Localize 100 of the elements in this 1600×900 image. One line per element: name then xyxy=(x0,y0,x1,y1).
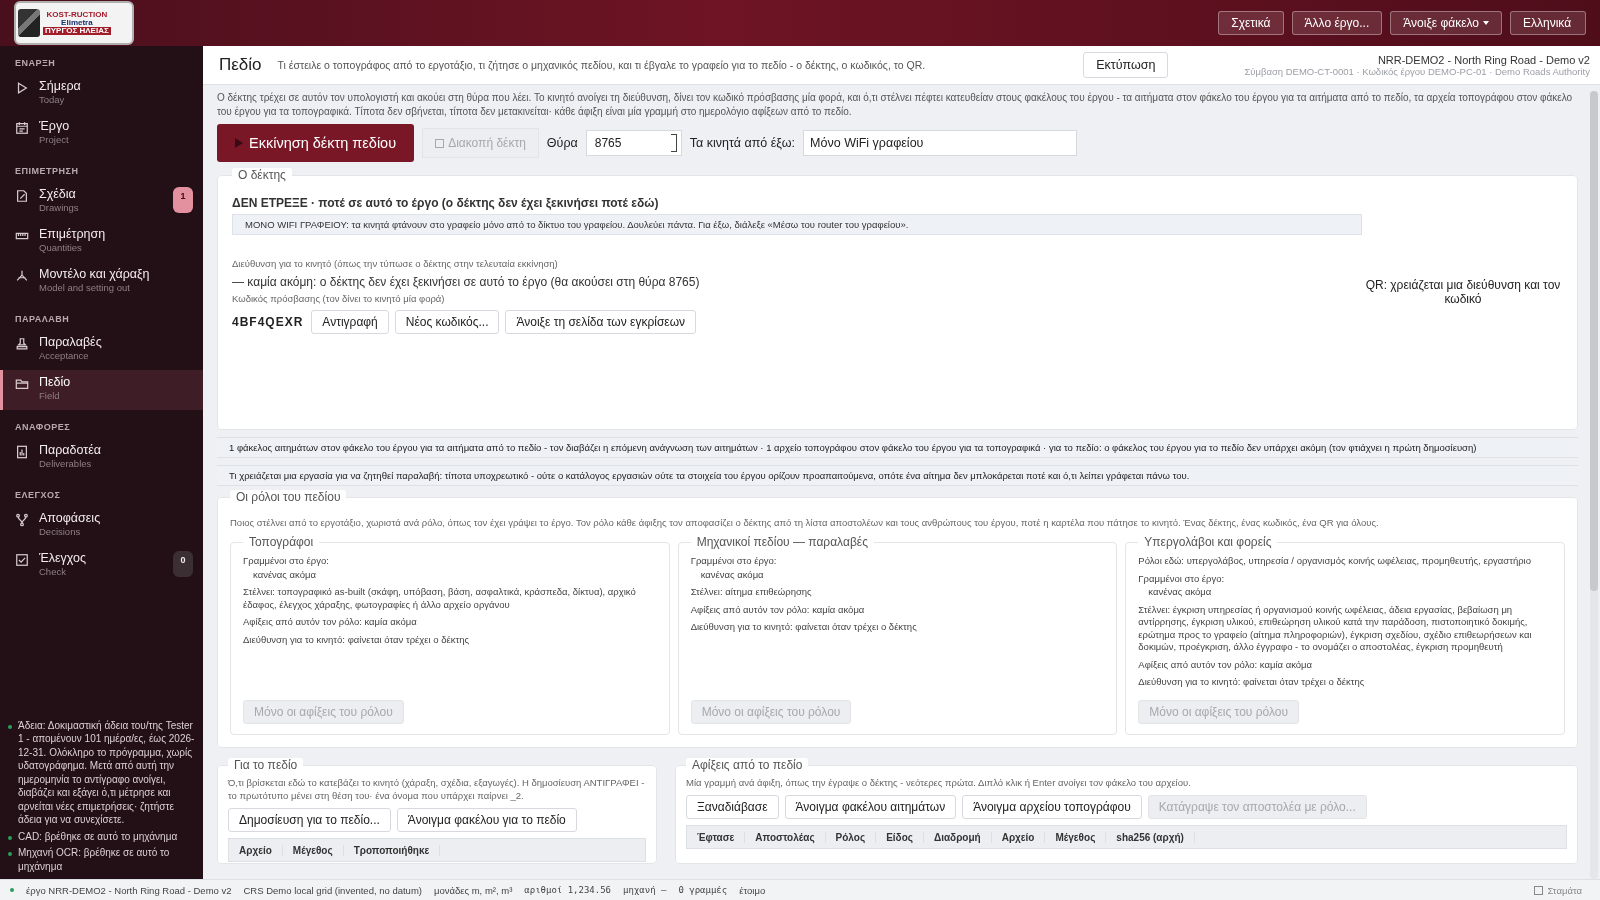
count-badge: 0 xyxy=(173,551,193,577)
remote-label: Τα κινητά από έξω: xyxy=(689,136,796,150)
section-legend: Οι ρόλοι του πεδίου xyxy=(230,490,347,504)
report-icon xyxy=(15,445,29,459)
header-button[interactable]: Σχετικά xyxy=(1218,11,1284,35)
status-item: μονάδες m, m², m³ xyxy=(433,884,513,896)
sidebar-item-sublabel: Model and setting out xyxy=(39,282,131,293)
play-icon xyxy=(15,81,29,95)
role-line: Στέλνει: αίτημα επιθεώρησης xyxy=(690,586,813,599)
logo-text: Elimetra xyxy=(61,19,93,27)
sidebar-item-label: Πεδίο xyxy=(39,375,72,389)
column-header[interactable]: Τροποποιήθηκε xyxy=(343,844,441,856)
column-header[interactable]: Ρόλος xyxy=(825,831,877,843)
status-item: έργο NRR-DEMO2 - North Ring Road - Demo v2 xyxy=(26,884,232,896)
code-button[interactable]: Νέος κωδικός... xyxy=(394,310,500,334)
sidebar-item[interactable]: Παραλαβές Acceptance xyxy=(0,330,203,370)
sidebar-item[interactable]: Σήμερα Today xyxy=(0,74,203,114)
port-field[interactable]: 8765 xyxy=(585,130,682,156)
role-line: κανένας ακόμα xyxy=(699,568,765,581)
column-header[interactable]: Έφτασε xyxy=(687,831,746,843)
section-legend: Αφίξεις από το πεδίο xyxy=(686,758,809,772)
sidebar-item-label: Έργο xyxy=(39,119,71,133)
action-button[interactable]: Ξαναδιάβασε xyxy=(686,795,779,819)
column-header[interactable]: Αρχείο xyxy=(991,831,1046,843)
role-line: Στέλνει: τοπογραφικό as-built (σκάφη, υπόβαση, βάση, ασφαλτικά, κράσπεδα, δίκτυα), αρχικό έδαφος, έλεγχος χάραξης, φωτογραφίες ή άλλο αρχείο οργάνου xyxy=(243,586,637,611)
sidebar-note: Μηχανή OCR: βρέθηκε σε αυτό το μηχάνημα xyxy=(18,846,171,873)
column-header[interactable]: Διαδρομή xyxy=(923,831,992,843)
role-line: Ρόλοι εδώ: υπεργολάβος, υπηρεσία / οργανισμός κοινής ωφέλειας, προμηθευτής, εργαστήριο xyxy=(1138,555,1532,568)
action-button[interactable]: Άνοιγμα φακέλου για το πεδίο xyxy=(396,808,577,832)
sidebar-section-title: ΠΑΡΑΛΑΒΗ xyxy=(14,313,71,326)
status-item: 0 γραμμές xyxy=(678,885,728,895)
page-title: Πεδίο xyxy=(219,55,262,75)
road-drawing xyxy=(18,9,40,37)
edit-icon xyxy=(15,189,29,203)
code-button[interactable]: Αντιγραφή xyxy=(311,310,389,334)
header-button[interactable]: Άλλο έργο... xyxy=(1291,11,1383,35)
action-button[interactable]: Άνοιγμα φακέλου αιτημάτων xyxy=(784,795,957,819)
role-line: Διεύθυνση για το κινητό: φαίνεται όταν τρέχει ο δέκτης xyxy=(690,621,918,634)
column-header[interactable]: Μέγεθος xyxy=(1045,831,1107,843)
role-line: κανένας ακόμα xyxy=(252,568,317,581)
sidebar-item-sublabel: Drawings xyxy=(39,202,80,213)
sidebar-item-label: Σχέδια xyxy=(39,187,77,201)
section-legend: Για το πεδίο xyxy=(228,758,304,772)
sidebar-item-label: Επιμέτρηση xyxy=(39,227,107,241)
sidebar-item-label: Παραδοτέα xyxy=(39,443,103,457)
sidebar-item[interactable]: Αποφάσεις Decisions xyxy=(0,506,203,546)
sidebar-note: CAD: βρέθηκε σε αυτό το μηχάνημα xyxy=(18,829,178,843)
sidebar-item[interactable]: Σχέδια Drawings 1 xyxy=(0,182,203,222)
status-item: μηχανή — xyxy=(623,885,667,895)
role-line: Αφίξεις από αυτόν τον ρόλο: καμία ακόμα xyxy=(243,616,418,629)
sidebar-item-label: Μοντέλο και χάραξη xyxy=(39,267,151,281)
sidebar-item-sublabel: Deliverables xyxy=(39,458,93,469)
header-button[interactable]: Ελληνικά xyxy=(1510,11,1586,35)
remote-select[interactable]: Μόνο WiFi γραφείου xyxy=(803,130,1078,156)
header-button[interactable]: Άνοιξε φάκελο xyxy=(1390,11,1502,35)
sidebar-item[interactable]: Πεδίο Field xyxy=(0,370,203,410)
spinner-icon xyxy=(670,134,677,152)
count-badge: 1 xyxy=(173,187,193,213)
column-header[interactable]: Είδος xyxy=(876,831,924,843)
project-meta: Σύμβαση DEMO-CT-0001 · Κωδικός έργου DEMO-PC-01 · Demo Roads Authority xyxy=(1244,65,1590,77)
logo-text: KOST-RUCTION xyxy=(46,11,108,19)
sidebar-section-title: ΕΛΕΓΧΟΣ xyxy=(14,489,62,502)
role-line: Γραμμένοι στο έργο: xyxy=(690,555,778,568)
role-line: κανένας ακόμα xyxy=(1147,586,1213,599)
sidebar-item[interactable]: Παραδοτέα Deliverables xyxy=(0,438,203,478)
logo-text: ΠΥΡΓΟΣ ΗΛΕΙΑΣ xyxy=(43,27,111,35)
role-line: Γραμμένοι στο έργο: xyxy=(243,555,330,568)
sidebar-item[interactable]: Έργο Project xyxy=(0,114,203,154)
model-icon xyxy=(15,269,29,283)
column-header[interactable]: Αρχείο xyxy=(229,844,283,856)
project-name: NRR-DEMO2 - North Ring Road - Demo v2 xyxy=(1377,53,1590,66)
action-button[interactable]: Άνοιγμα αρχείου τοπογράφου xyxy=(962,795,1142,819)
calendar-icon xyxy=(15,121,29,135)
port-label: Θύρα xyxy=(546,136,578,150)
section-description: Μία γραμμή ανά άφιξη, όπως την έγραψε ο δέκτης - νεότερες πρώτα. Διπλό κλικ ή Enter ανοίγει τον φάκελο του αρχείου. xyxy=(686,776,1192,789)
column-header[interactable]: Αποστολέας xyxy=(745,831,826,843)
sidebar-item-sublabel: Quantities xyxy=(39,242,83,253)
qr-note: QR: χρειάζεται μια διεύθυνση και τον κωδικό xyxy=(1364,278,1562,306)
column-header[interactable]: sha256 (αρχή) xyxy=(1106,831,1195,843)
start-button[interactable]: Εκκίνηση δέκτη πεδίου xyxy=(217,124,415,162)
info-banner: ΜΟΝΟ WIFI ΓΡΑΦΕΙΟΥ: τα κινητά φτάνουν στο γραφείο μόνο από το δίκτυο του γραφείου. Δουλεύει πάντα. Για έξω, διάλεξε «Μέσω του router του γραφείου». xyxy=(232,214,1362,235)
sidebar-item[interactable]: Επιμέτρηση Quantities xyxy=(0,222,203,262)
action-button[interactable]: Δημοσίευση για το πεδίο... xyxy=(228,808,391,832)
sidebar-item[interactable]: Έλεγχος Check 0 xyxy=(0,546,203,586)
section-description: Ό,τι βρίσκεται εδώ το κατεβάζει το κινητό (χάραξη, σχέδια, εξαγωγές). Η δημοσίευση ΑΝΤΙΓΡΑΦΕΙ - το πρωτότυπο μένει στη θέση του· ένα όνομα που υπάρχει παίρνει _2. xyxy=(228,776,646,802)
status-dot xyxy=(10,888,14,892)
status-item: έτοιμο xyxy=(739,884,766,896)
address-text: — καμία ακόμη: ο δέκτης δεν έχει ξεκινήσει σε αυτό το έργο (θα ακούσει στη θύρα 8765) xyxy=(232,275,701,289)
role-line: Στέλνει: έγκριση υπηρεσίας ή οργανισμού κοινής ωφέλειας, άδεια εργασίας, βεβαίωση μη αντίρρησης, έγκριση υλικού, επιθεώρηση υλικού κατά την παράδοση, πιστοποιητικό δοκιμής, ερώτημα προς το γραφείο (αίτημα πληροφοριών), έγκριση σχεδίου, σχέδιο επιθεωρήσεων και δοκιμών, προέγκριση, άλλο έγγραφο - το ονομάζει ο αποστολέας, έγκριση προμηθευτή xyxy=(1138,603,1533,654)
code-button[interactable]: Άνοιξε τη σελίδα των εγκρίσεων xyxy=(505,310,697,334)
scrollbar[interactable] xyxy=(1590,91,1598,879)
section-legend: Ο δέκτης xyxy=(232,168,292,182)
sidebar-section-title: ΕΠΙΜΕΤΡΗΣΗ xyxy=(14,165,80,178)
print-button[interactable]: Εκτύπωση xyxy=(1083,52,1169,78)
column-header[interactable]: Μέγεθος xyxy=(282,844,344,856)
role-line: Γραμμένοι στο έργο: xyxy=(1138,572,1226,585)
sidebar-item[interactable]: Μοντέλο και χάραξη Model and setting out xyxy=(0,262,203,302)
access-code: 4BF4QEXR xyxy=(232,315,304,329)
check-icon xyxy=(15,553,29,567)
roles-intro: Ποιος στέλνει από το εργοτάξιο, χωριστά ανά ρόλο, όπως τον έχει γράψει το έργο. Τον ρόλο κάθε άφιξης τον αποφασίζει ο δέκτης από τη λίστα αποστολέων και τους ανθρώπους του έργου, ποτέ η καρτέλα που πάτησε το κινητό. Ένας δέκτης, ένας κωδικός, ένα QR για όλους. xyxy=(230,516,1380,529)
